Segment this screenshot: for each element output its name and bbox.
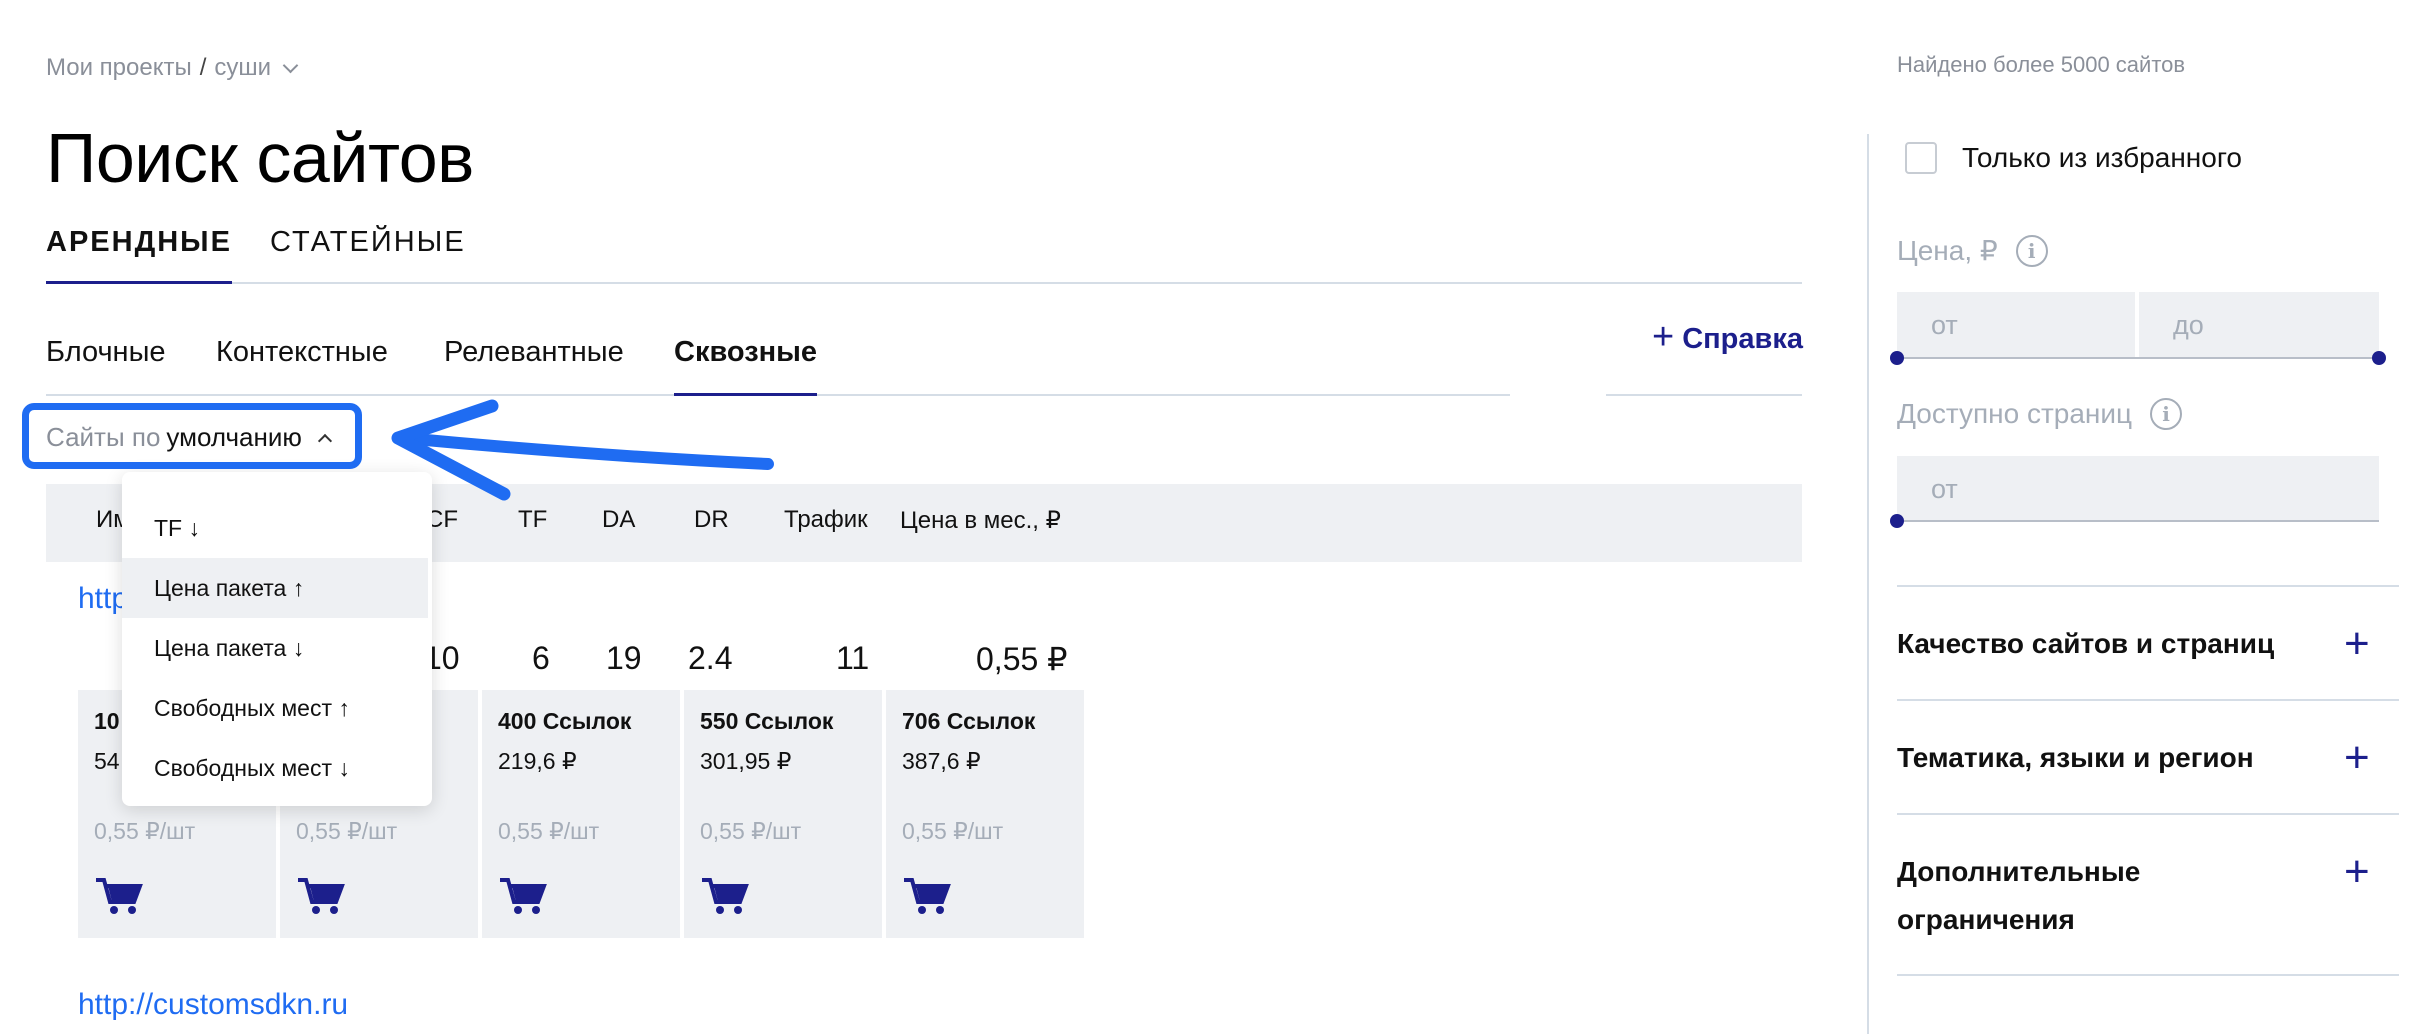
highlight-box [22,403,362,469]
main-tabs: АРЕНДНЫЕ СТАТЕЙНЫЕ [46,226,1802,284]
tab-rental[interactable]: АРЕНДНЫЕ [46,226,232,284]
breadcrumb: Мои проекты / суши [46,54,299,82]
cart-icon[interactable] [700,876,750,916]
panel-divider [1867,134,1869,1034]
metric-da: 19 [606,640,642,676]
plus-icon: + [1652,316,1675,358]
info-icon[interactable]: i [2015,234,2048,267]
metric-price: 0,55 ₽ [976,641,1068,677]
page-title: Поиск сайтов [46,119,474,197]
plus-icon[interactable]: + [2344,736,2370,780]
plus-icon[interactable]: + [2344,850,2370,894]
subtab-sitewide[interactable]: Сквозные [674,336,818,396]
section-site-quality[interactable]: Качество сайтов и страниц [1897,620,2274,668]
breadcrumb-current[interactable]: суши [214,54,271,82]
favorites-checkbox[interactable] [1905,142,1937,174]
subtab-relevant[interactable]: Релевантные [444,336,624,396]
package-card[interactable]: 706 Ссылок 387,6 ₽ 0,55 ₽/шт [886,690,1084,938]
cart-icon[interactable] [498,876,548,916]
package-unit-price: 0,55 ₽/шт [94,818,196,844]
col-traffic[interactable]: Трафик [784,506,868,534]
sort-dropdown-menu: TF ↓ Цена пакета ↑ Цена пакета ↓ Свободн… [122,472,432,806]
pages-from-input[interactable]: от [1897,456,2379,522]
package-title: 550 Ссылок [700,708,834,734]
info-icon[interactable]: i [2150,398,2183,430]
section-title-line: Дополнительные [1897,856,2141,887]
package-unit-price: 0,55 ₽/шт [498,818,600,844]
price-to-input[interactable]: до [2139,292,2379,358]
sort-option[interactable]: Цена пакета ↓ [122,618,428,678]
help-link[interactable]: + Справка [1652,318,1803,356]
pages-slider-handle[interactable] [1890,514,1904,528]
breadcrumb-root[interactable]: Мои проекты [46,54,192,82]
package-card[interactable]: 550 Ссылок 301,95 ₽ 0,55 ₽/шт [684,690,882,938]
metric-tf: 6 [532,640,550,676]
price-slider-track[interactable] [1897,357,2379,359]
package-title: 10 [94,708,120,734]
price-filter-label: Цена, ₽ i [1897,234,2048,267]
package-price: 54 [94,748,120,774]
section-divider [1897,813,2399,815]
package-title: 706 Ссылок [902,708,1036,734]
package-price: 301,95 ₽ [700,748,792,774]
sort-option[interactable]: Свободных мест ↑ [122,678,428,738]
results-count: Найдено более 5000 сайтов [1897,52,2186,77]
section-divider [1897,585,2399,587]
plus-icon[interactable]: + [2344,622,2370,666]
package-unit-price: 0,55 ₽/шт [296,818,398,844]
pages-slider-track[interactable] [1897,520,2379,522]
subtab-contextual[interactable]: Контекстные [216,336,388,396]
section-topics[interactable]: Тематика, языки и регион [1897,734,2254,782]
breadcrumb-separator: / [199,54,207,81]
cart-icon[interactable] [94,876,144,916]
price-label-text: Цена, ₽ [1897,235,1998,266]
section-divider [1897,699,2399,701]
section-title-line: ограничения [1897,904,2075,935]
favorites-label[interactable]: Только из избранного [1962,142,2242,174]
help-divider [1606,394,1802,396]
site-url[interactable]: http://customsdkn.ru [78,988,348,1022]
package-price: 219,6 ₽ [498,748,577,774]
metric-traffic: 11 [836,640,870,676]
subtab-block[interactable]: Блочные [46,336,166,396]
price-slider-min-handle[interactable] [1890,351,1904,365]
pages-label-text: Доступно страниц [1897,398,2133,429]
pages-filter-label: Доступно страниц i [1897,398,2183,430]
package-card[interactable]: 400 Ссылок 219,6 ₽ 0,55 ₽/шт [482,690,680,938]
sub-tabs: Блочные Контекстные Релевантные Сквозные [46,336,1510,396]
metric-dr: 2.4 [688,640,733,676]
package-unit-price: 0,55 ₽/шт [902,818,1004,844]
sort-option[interactable]: Цена пакета ↑ [122,558,428,618]
package-title: 400 Ссылок [498,708,632,734]
package-unit-price: 0,55 ₽/шт [700,818,802,844]
section-extra-limits[interactable]: Дополнительные ограничения [1897,848,2140,944]
help-label: Справка [1682,322,1803,355]
price-from-input[interactable]: от [1897,292,2135,358]
cart-icon[interactable] [902,876,952,916]
price-slider-max-handle[interactable] [2372,351,2386,365]
chevron-down-icon[interactable] [282,57,299,73]
sort-option[interactable]: Свободных мест ↓ [122,738,428,798]
section-divider [1897,974,2399,976]
cart-icon[interactable] [296,876,346,916]
package-price: 387,6 ₽ [902,748,981,774]
pointer-arrow-icon [391,399,774,501]
tab-articles[interactable]: СТАТЕЙНЫЕ [270,226,466,284]
site-url[interactable]: http [78,582,128,616]
col-price[interactable]: Цена в мес., ₽ [900,506,1061,535]
